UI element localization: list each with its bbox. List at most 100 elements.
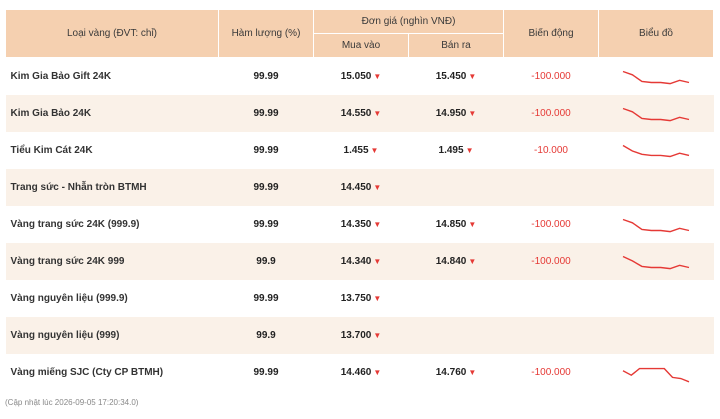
sparkline-chart[interactable] [621, 249, 691, 275]
change-cell-value: -100.000 [531, 367, 571, 378]
gold-type-name-value: Trang sức - Nhẫn tròn BTMH [10, 182, 147, 193]
chart-cell [598, 243, 714, 280]
table-row: Kim Gia Bảo Gift 24K 99.99 15.050 ▼ 15.450 ▼ -… [6, 58, 714, 96]
gold-type-name: Vàng trang sức 24K 999 [5, 243, 219, 280]
purity-cell-value: 99.9 [256, 330, 276, 341]
col-header-chart: Biểu đồ [598, 9, 715, 58]
purity-cell: 99.99 [219, 58, 314, 96]
sparkline-line [622, 255, 690, 269]
col-header-purity: Hàm lượng (%) [218, 9, 314, 58]
change-cell-value: -100.000 [531, 219, 571, 230]
sparkline-line [622, 218, 690, 232]
gold-type-name-value: Vàng trang sức 24K (999.9) [10, 219, 140, 230]
col-header-price-group: Đơn giá (nghìn VNĐ) [312, 9, 505, 34]
down-triangle-icon: ▼ [468, 72, 477, 81]
change-cell: -100.000 [504, 58, 599, 96]
sell-price-cell: 14.950 ▼ [408, 95, 504, 132]
sparkline-chart[interactable] [621, 212, 691, 238]
col-header-type: Loại vàng (ĐVT: chỉ) [5, 9, 219, 58]
sparkline-chart[interactable] [621, 138, 691, 164]
table-row: Trang sức - Nhẫn tròn BTMH 99.99 14.450 ▼ [5, 169, 714, 206]
change-cell-value: -100.000 [531, 71, 571, 82]
last-updated-text: (Cập nhật lúc 2026-09-05 17:20:34.0) [5, 398, 139, 407]
down-triangle-icon: ▼ [373, 257, 382, 266]
down-triangle-icon: ▼ [373, 331, 382, 340]
sparkline-line [622, 144, 690, 157]
buy-price-cell-value: 13.700 [340, 330, 372, 341]
sell-price-cell: 15.450 ▼ [409, 58, 504, 96]
table-body: Kim Gia Bảo Gift 24K 99.99 15.050 ▼ 15.450 ▼ -… [5, 58, 714, 392]
gold-type-name: Vàng miếng SJC (Cty CP BTMH) [6, 354, 219, 391]
change-cell: -100.000 [503, 95, 599, 132]
purity-cell: 99.99 [219, 280, 314, 317]
sell-price-cell-value: 14.950 [435, 108, 467, 119]
gold-type-name-value: Tiểu Kim Cát 24K [10, 145, 93, 156]
buy-price-cell: 14.460 ▼ [314, 354, 409, 391]
change-cell-value: -100.000 [531, 108, 571, 119]
gold-type-name-value: Kim Gia Bảo 24K [10, 108, 92, 119]
gold-type-name: Kim Gia Bảo Gift 24K [6, 58, 219, 96]
change-cell: -100.000 [503, 243, 599, 280]
buy-price-cell-value: 15.050 [340, 71, 372, 82]
buy-price-cell-value: 1.455 [343, 145, 369, 156]
table-header: Loại vàng (ĐVT: chỉ) Hàm lượng (%) Đơn g… [5, 9, 715, 58]
buy-price-cell: 14.450 ▼ [313, 169, 409, 206]
down-triangle-icon: ▼ [370, 146, 379, 155]
purity-cell: 99.9 [218, 243, 314, 280]
sell-price-cell-value: 15.450 [435, 71, 467, 82]
purity-cell: 99.9 [218, 317, 314, 354]
sell-price-cell [408, 169, 504, 206]
gold-type-name: Vàng nguyên liệu (999) [5, 317, 219, 354]
chart-cell [599, 132, 714, 169]
chart-cell [599, 280, 714, 317]
gold-type-name-value: Vàng nguyên liệu (999.9) [10, 293, 128, 304]
down-triangle-icon: ▼ [468, 368, 477, 377]
table-row: Vàng trang sức 24K 999 99.9 14.340 ▼ 14.840 ▼… [5, 243, 714, 280]
buy-price-cell: 13.750 ▼ [314, 280, 409, 317]
buy-price-cell-value: 14.340 [340, 256, 372, 267]
change-cell-value: -100.000 [531, 256, 571, 267]
sparkline-chart[interactable] [621, 101, 691, 127]
buy-price-cell: 13.700 ▼ [313, 317, 409, 354]
sparkline-line [622, 107, 690, 121]
down-triangle-icon: ▼ [468, 220, 477, 229]
sell-price-cell: 1.495 ▼ [409, 132, 504, 169]
change-cell [503, 169, 599, 206]
gold-type-name-value: Vàng trang sức 24K 999 [10, 256, 125, 267]
gold-price-table: Loại vàng (ĐVT: chỉ) Hàm lượng (%) Đơn g… [5, 9, 715, 392]
change-cell-value: -10.000 [534, 145, 568, 156]
sparkline-chart[interactable] [621, 360, 691, 386]
sparkline-chart[interactable] [621, 64, 691, 90]
sell-price-cell: 14.760 ▼ [409, 354, 504, 391]
down-triangle-icon: ▼ [373, 109, 382, 118]
change-cell: -10.000 [504, 132, 599, 169]
purity-cell-value: 99.99 [253, 145, 279, 156]
table-row: Vàng nguyên liệu (999.9) 99.99 13.750 ▼ [6, 280, 714, 317]
chart-cell [598, 169, 714, 206]
buy-price-cell: 14.550 ▼ [313, 95, 409, 132]
purity-cell: 99.99 [219, 206, 314, 243]
chart-cell [599, 354, 714, 391]
purity-cell-value: 99.99 [253, 219, 279, 230]
table-row: Vàng trang sức 24K (999.9) 99.99 14.350 ▼ 14… [6, 206, 714, 243]
buy-price-cell-value: 14.550 [340, 108, 372, 119]
buy-price-cell: 15.050 ▼ [314, 58, 409, 96]
down-triangle-icon: ▼ [373, 368, 382, 377]
table-row: Kim Gia Bảo 24K 99.99 14.550 ▼ 14.950 ▼ -100.0… [5, 95, 714, 132]
purity-cell-value: 99.99 [253, 293, 279, 304]
purity-cell: 99.99 [219, 132, 314, 169]
purity-cell-value: 99.99 [253, 182, 279, 193]
buy-price-cell-value: 14.460 [340, 367, 372, 378]
change-cell [504, 280, 599, 317]
down-triangle-icon: ▼ [373, 220, 382, 229]
sparkline-line [622, 367, 690, 382]
buy-price-cell: 14.350 ▼ [314, 206, 409, 243]
table-row: Vàng miếng SJC (Cty CP BTMH) 99.99 14.460 ▼… [6, 354, 714, 391]
purity-cell-value: 99.99 [253, 367, 279, 378]
chart-cell [598, 317, 714, 354]
chart-cell [598, 95, 714, 132]
purity-cell: 99.99 [219, 354, 314, 391]
gold-type-name-value: Vàng miếng SJC (Cty CP BTMH) [10, 367, 164, 378]
sell-price-cell-value: 1.495 [438, 145, 464, 156]
gold-type-name: Trang sức - Nhẫn tròn BTMH [5, 169, 219, 206]
